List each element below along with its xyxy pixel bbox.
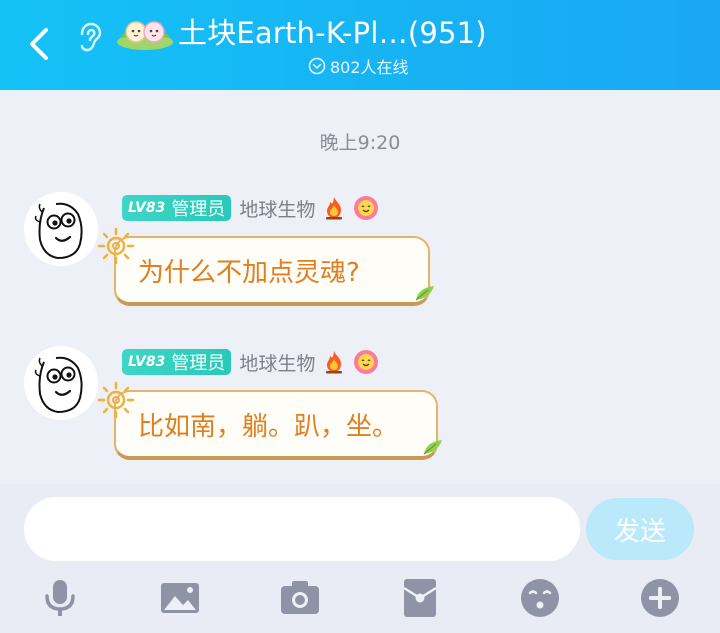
send-button[interactable]: 发送 <box>586 498 694 560</box>
emoji-icon <box>521 579 559 617</box>
flower-emoji-icon <box>354 350 379 374</box>
camera-icon <box>281 581 319 614</box>
image-icon <box>161 583 199 613</box>
message-text: 为什么不加点灵魂? <box>138 257 360 288</box>
red-packet-icon <box>403 579 437 617</box>
level-label: LV83 <box>128 354 166 370</box>
sender-info: LV83 管理员 地球生物 <box>122 348 379 376</box>
image-button[interactable] <box>158 576 202 620</box>
voice-button[interactable] <box>38 576 82 620</box>
ear-icon <box>80 22 102 52</box>
rage-face-avatar-icon <box>24 192 98 266</box>
flower-emoji-icon <box>354 196 379 220</box>
sun-decoration-icon <box>97 227 135 265</box>
message-bubble[interactable]: 比如南，躺。趴，坐。 <box>114 390 438 460</box>
chevron-down-circle-icon <box>308 57 326 75</box>
back-button[interactable] <box>22 22 58 66</box>
sender-nickname[interactable]: 地球生物 <box>239 349 315 376</box>
role-label: 管理员 <box>171 353 226 374</box>
more-button[interactable] <box>638 576 682 620</box>
message-input[interactable] <box>24 497 580 561</box>
fire-icon <box>326 351 343 374</box>
fire-icon <box>326 197 343 220</box>
rage-face-avatar-icon <box>24 346 98 420</box>
group-avatar-icon <box>117 21 173 50</box>
leaf-decoration-icon <box>415 286 434 301</box>
chat-header: 土块Earth-K-Pl…(951) 802人在线 <box>0 0 720 90</box>
avatar[interactable] <box>24 192 98 266</box>
avatar[interactable] <box>24 346 98 420</box>
level-badge: LV83 管理员 <box>122 195 232 221</box>
role-label: 管理员 <box>171 199 226 220</box>
message-timestamp: 晚上9:20 <box>319 132 401 154</box>
chevron-left-icon <box>30 28 48 60</box>
plus-icon <box>641 579 679 617</box>
camera-button[interactable] <box>278 576 322 620</box>
message-bubble[interactable]: 为什么不加点灵魂? <box>114 236 430 306</box>
red-packet-button[interactable] <box>398 576 442 620</box>
online-status[interactable]: 802人在线 <box>308 55 409 77</box>
level-badge: LV83 管理员 <box>122 349 232 375</box>
microphone-icon <box>45 580 75 616</box>
sender-nickname[interactable]: 地球生物 <box>239 195 315 222</box>
sun-decoration-icon <box>97 381 135 419</box>
leaf-decoration-icon <box>423 440 442 455</box>
online-count: 802人在线 <box>330 58 409 77</box>
level-label: LV83 <box>128 200 166 216</box>
message-text: 比如南，躺。趴，坐。 <box>138 411 399 442</box>
group-title[interactable]: 土块Earth-K-Pl…(951) <box>178 14 487 52</box>
emoji-button[interactable] <box>518 576 562 620</box>
earpiece-mode-button[interactable] <box>72 20 106 54</box>
sender-info: LV83 管理员 地球生物 <box>122 194 379 222</box>
